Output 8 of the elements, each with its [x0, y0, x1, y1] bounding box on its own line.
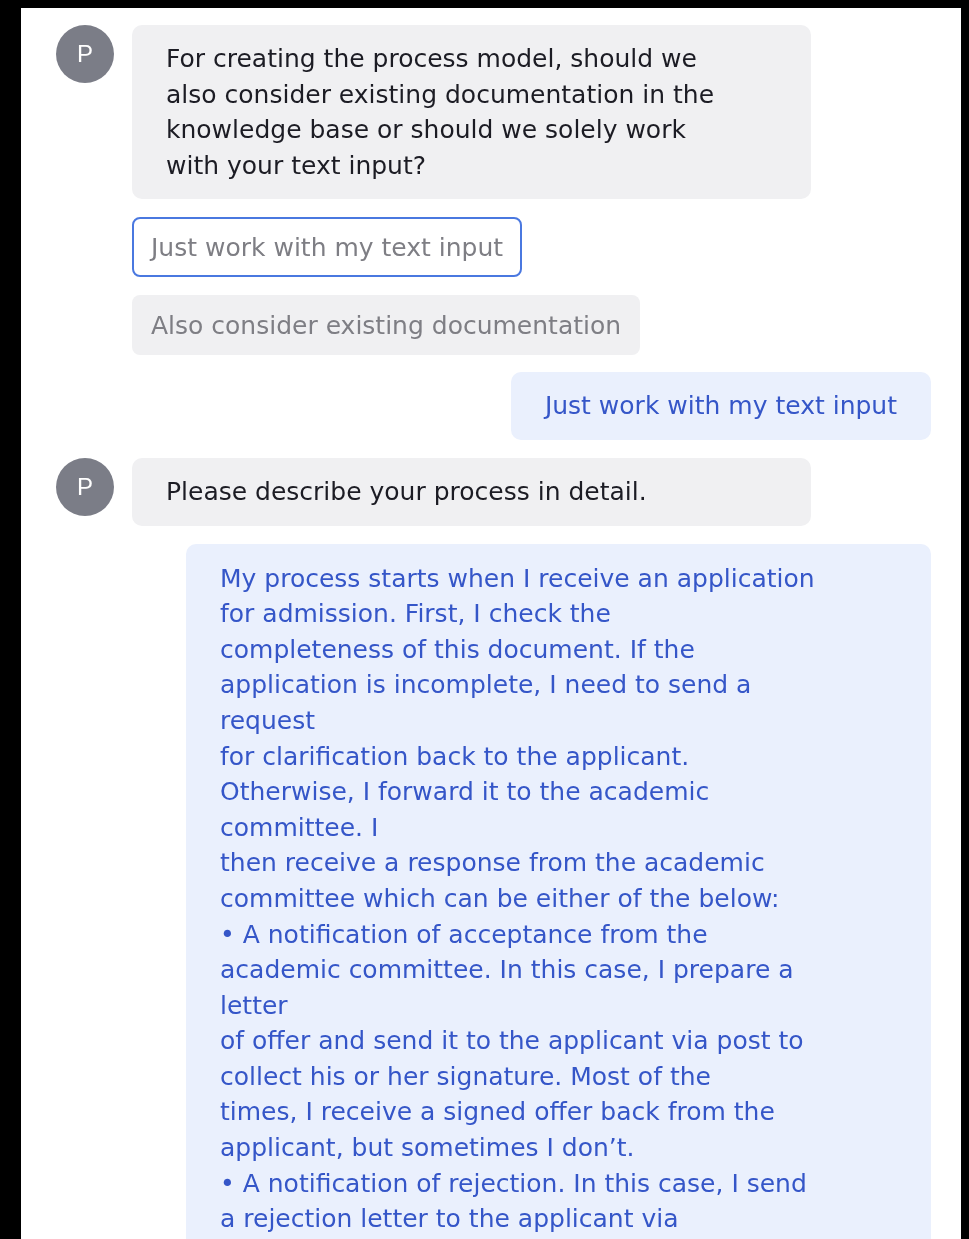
user-message: Just work with my text input — [510, 372, 931, 440]
user-message: My process starts when I receive an application for admission. First, I check the completeness of this document. If the application is incomplete, I need to send a request for clarification back to the applicant. Otherwise, I forward it to the academic committee. I then receive a response from the academic committee which can be either of the below: • A notification of acceptance from the academic committee. In this case, I prepare a letter of offer and send it to the applicant via post to collect his or her signature. Most of the times, I receive a signed offer back from the applicant, but sometimes I don’t. • A notification of rejection. In this case, I send a rejection letter to the applicant via — [186, 543, 931, 1239]
avatar: P — [56, 25, 114, 83]
assistant-message: Please describe your process in detail. — [132, 457, 811, 526]
reply-option[interactable]: Also consider existing documentation — [132, 295, 641, 356]
reply-option[interactable]: Just work with my text input — [132, 217, 523, 278]
avatar: P — [56, 457, 114, 516]
assistant-message: For creating the process model, should we also consider existing documentation in the knowledge base or should we solely work with your text input? — [132, 25, 811, 200]
